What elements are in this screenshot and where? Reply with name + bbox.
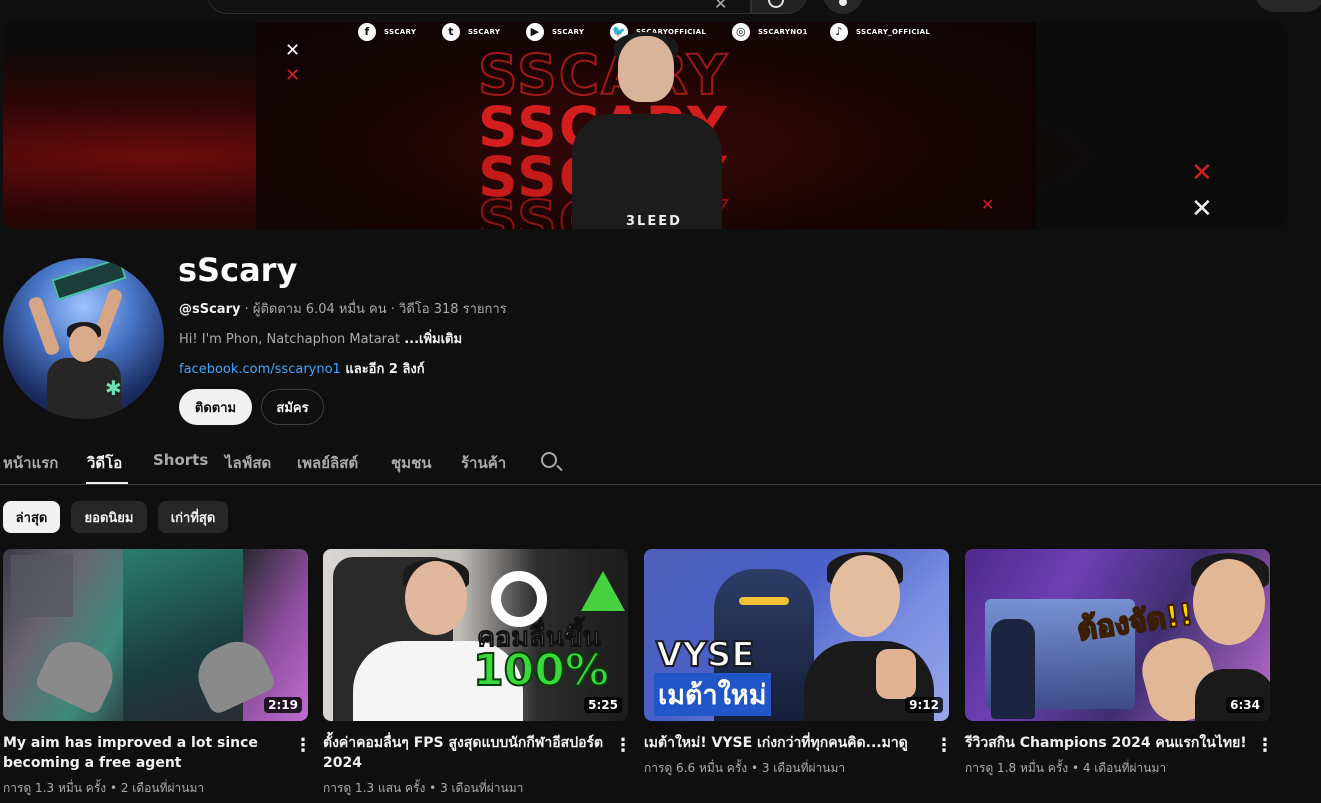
description-text: Hi! I'm Phon, Natchaphon Matarat	[179, 332, 405, 347]
avatar-face	[69, 326, 99, 362]
channel-stats: · ผู้ติดตาม 6.04 หมื่น คน · วิดีโอ 318 ร…	[240, 302, 507, 317]
video-title[interactable]: ตั้งค่าคอมลื่นๆ FPS สูงสุดแบบนักกีฬาอีสป…	[323, 733, 605, 773]
video-card[interactable]: ต้องจัด!! 6:34 รีวิวสกิน Champions 2024 …	[965, 549, 1274, 775]
facebook-icon: f	[358, 23, 376, 41]
chip-latest[interactable]: ล่าสุด	[3, 501, 60, 533]
arrow-up-icon	[581, 571, 625, 611]
channel-name: sScary	[178, 251, 298, 289]
thumbnail-text: 100%	[472, 644, 610, 697]
video-card[interactable]: VYSE เมต้าใหม่ 9:12 เมต้าใหม่! VYSE เก่ง…	[644, 549, 953, 775]
video-card[interactable]: คอมลื่นขึ้น 100% 5:25 ตั้งค่าคอมลื่นๆ FP…	[323, 549, 632, 795]
join-button[interactable]: สมัคร	[261, 389, 324, 425]
thumbs-up-hand	[876, 649, 916, 699]
more-options-icon[interactable]: ⋮	[294, 736, 312, 756]
agent-character	[991, 619, 1035, 719]
tab-store[interactable]: ร้านค้า	[461, 451, 506, 475]
person-shirt	[1195, 669, 1270, 721]
x-mark-icon: ✕	[1191, 194, 1213, 224]
avatar-arm	[27, 295, 61, 357]
subscribe-button[interactable]: ติดตาม	[179, 389, 252, 425]
banner-social-facebook: f SSCARY	[358, 23, 442, 41]
twitch-icon: t	[442, 23, 460, 41]
person-face	[405, 561, 467, 635]
video-title[interactable]: รีวิวสกิน Champions 2024 คนแรกในไทย!	[965, 733, 1247, 753]
video-title[interactable]: เมต้าใหม่! VYSE เก่งกว่าที่ทุกคนคิด...มา…	[644, 733, 926, 753]
social-handle: SSCARY_OFFICIAL	[856, 28, 931, 36]
channel-tabs: หน้าแรก วิดีโอ Shorts ไลฟ์สด เพลย์ลิสต์ …	[0, 440, 1321, 485]
video-meta: การดู 1.3 หมื่น ครั้ง • 2 เดือนที่ผ่านมา	[3, 781, 205, 795]
video-meta: การดู 1.3 แสน ครั้ง • 3 เดือนที่ผ่านมา	[323, 781, 524, 795]
person-face	[1193, 559, 1265, 645]
thumbnail-text: เมต้าใหม่	[654, 673, 771, 716]
thumbnail-text: VYSE	[655, 634, 756, 676]
search-input[interactable]	[207, 0, 751, 14]
social-handle: SSCARY	[384, 28, 417, 36]
banner-social-twitch: t SSCARY	[442, 23, 526, 41]
more-links-button[interactable]: และอีก 2 ลิงก์	[341, 362, 424, 377]
x-mark-icon: ✕	[285, 65, 301, 86]
chip-popular[interactable]: ยอดนิยม	[71, 501, 147, 533]
tab-shorts[interactable]: Shorts	[153, 451, 208, 469]
video-title[interactable]: My aim has improved a lot since becoming…	[3, 733, 285, 773]
social-handle: SSCARY	[468, 28, 501, 36]
person-face	[830, 555, 900, 637]
banner-social-tiktok: ♪ SSCARY_OFFICIAL	[830, 23, 950, 41]
channel-external-link[interactable]: facebook.com/sscaryno1	[179, 362, 341, 377]
glove-left	[33, 632, 123, 716]
video-card[interactable]: 2:19 My aim has improved a lot since bec…	[3, 549, 312, 795]
channel-banner: f SSCARY t SSCARY ▶ SSCARY 🐦 SSCARYOFFIC…	[3, 22, 1287, 229]
banner-social-instagram: ◎ SSCARYNO1	[732, 23, 830, 41]
x-mark-icon: ✕	[1191, 158, 1213, 188]
video-thumbnail[interactable]: 2:19	[3, 549, 308, 721]
youtube-icon: ▶	[526, 23, 544, 41]
tab-live[interactable]: ไลฟ์สด	[225, 451, 271, 475]
tab-videos[interactable]: วิดีโอ	[87, 451, 122, 475]
video-duration: 5:25	[584, 697, 622, 713]
channel-description[interactable]: Hi! I'm Phon, Natchaphon Matarat ...เพิ่…	[179, 328, 462, 349]
agent-visor	[739, 597, 789, 605]
minimap	[11, 555, 73, 617]
more-options-icon[interactable]: ⋮	[614, 736, 632, 756]
tab-home[interactable]: หน้าแรก	[3, 451, 58, 475]
chip-oldest[interactable]: เก่าที่สุด	[158, 501, 228, 533]
team-logo-icon: ✱	[105, 376, 122, 400]
video-thumbnail[interactable]: คอมลื่นขึ้น 100% 5:25	[323, 549, 628, 721]
channel-links: facebook.com/sscaryno1 และอีก 2 ลิงก์	[179, 358, 425, 379]
instagram-icon: ◎	[732, 23, 750, 41]
description-more-link[interactable]: ...เพิ่มเติม	[404, 332, 462, 347]
channel-search-icon[interactable]	[541, 452, 557, 468]
x-mark-icon: ✕	[981, 195, 995, 214]
more-options-icon[interactable]: ⋮	[1256, 736, 1274, 756]
video-duration: 2:19	[264, 697, 302, 713]
video-meta: การดู 1.8 หมื่น ครั้ง • 4 เดือนที่ผ่านมา	[965, 761, 1167, 775]
tiktok-icon: ♪	[830, 23, 848, 41]
social-handle: SSCARYNO1	[758, 28, 808, 36]
channel-handle: @sScary	[179, 302, 241, 317]
video-duration: 6:34	[1226, 697, 1264, 713]
active-tab-indicator	[86, 482, 128, 484]
x-mark-icon: ✕	[285, 40, 301, 61]
channel-avatar[interactable]: ✱	[3, 258, 164, 419]
tab-community[interactable]: ชุมชน	[391, 451, 432, 475]
video-thumbnail[interactable]: ต้องจัด!! 6:34	[965, 549, 1270, 721]
jersey-logo: 3LEED	[626, 214, 682, 229]
more-options-icon[interactable]: ⋮	[935, 736, 953, 756]
video-thumbnail[interactable]: VYSE เมต้าใหม่ 9:12	[644, 549, 949, 721]
tab-playlists[interactable]: เพลย์ลิสต์	[297, 451, 358, 475]
banner-player-image: 3LEED	[566, 32, 724, 229]
channel-meta: @sScary · ผู้ติดตาม 6.04 หมื่น คน · วิดี…	[179, 298, 507, 319]
video-duration: 9:12	[905, 697, 943, 713]
clear-search-icon[interactable]: ✕	[714, 0, 727, 13]
player-face	[618, 36, 674, 102]
video-meta: การดู 6.6 หมื่น ครั้ง • 3 เดือนที่ผ่านมา	[644, 761, 846, 775]
player-jersey	[572, 114, 722, 229]
